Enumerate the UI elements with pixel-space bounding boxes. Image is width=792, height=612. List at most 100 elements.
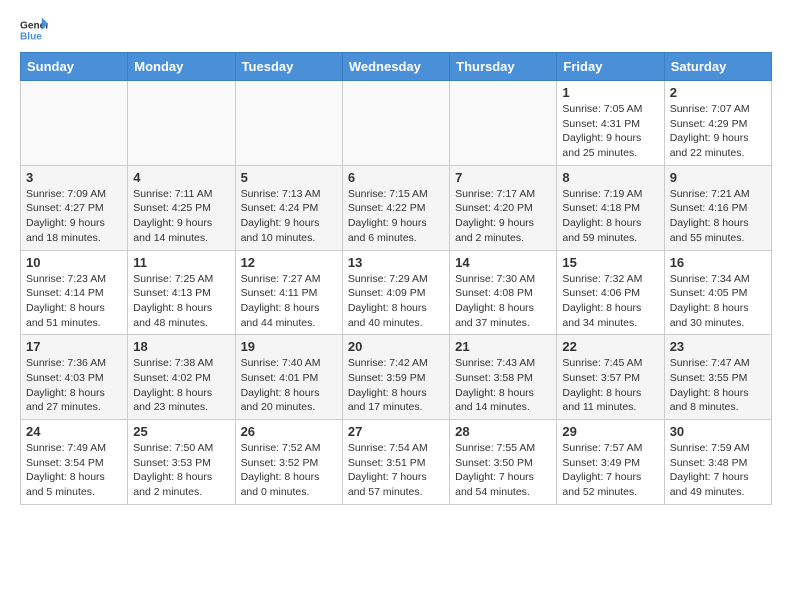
logo-icon: General Blue (20, 16, 48, 44)
day-number: 30 (670, 424, 766, 439)
day-number: 24 (26, 424, 122, 439)
calendar-cell (235, 81, 342, 166)
calendar-table: SundayMondayTuesdayWednesdayThursdayFrid… (20, 52, 772, 505)
page-header: General Blue (20, 16, 772, 44)
day-detail: Sunrise: 7:30 AM Sunset: 4:08 PM Dayligh… (455, 272, 551, 331)
day-number: 22 (562, 339, 658, 354)
day-number: 3 (26, 170, 122, 185)
day-detail: Sunrise: 7:25 AM Sunset: 4:13 PM Dayligh… (133, 272, 229, 331)
day-number: 5 (241, 170, 337, 185)
day-number: 12 (241, 255, 337, 270)
calendar-cell: 20 Sunrise: 7:42 AM Sunset: 3:59 PM Dayli… (342, 335, 449, 420)
weekday-header-tuesday: Tuesday (235, 53, 342, 81)
day-number: 19 (241, 339, 337, 354)
calendar-cell: 5 Sunrise: 7:13 AM Sunset: 4:24 PM Daylig… (235, 165, 342, 250)
day-number: 6 (348, 170, 444, 185)
day-detail: Sunrise: 7:15 AM Sunset: 4:22 PM Dayligh… (348, 187, 444, 246)
svg-text:Blue: Blue (20, 31, 42, 42)
day-number: 13 (348, 255, 444, 270)
calendar-week-5: 24 Sunrise: 7:49 AM Sunset: 3:54 PM Dayli… (21, 420, 772, 505)
day-number: 21 (455, 339, 551, 354)
day-detail: Sunrise: 7:34 AM Sunset: 4:05 PM Dayligh… (670, 272, 766, 331)
day-detail: Sunrise: 7:57 AM Sunset: 3:49 PM Dayligh… (562, 441, 658, 500)
day-number: 10 (26, 255, 122, 270)
day-detail: Sunrise: 7:43 AM Sunset: 3:58 PM Dayligh… (455, 356, 551, 415)
weekday-header-saturday: Saturday (664, 53, 771, 81)
day-detail: Sunrise: 7:54 AM Sunset: 3:51 PM Dayligh… (348, 441, 444, 500)
day-number: 28 (455, 424, 551, 439)
day-detail: Sunrise: 7:59 AM Sunset: 3:48 PM Dayligh… (670, 441, 766, 500)
day-detail: Sunrise: 7:11 AM Sunset: 4:25 PM Dayligh… (133, 187, 229, 246)
day-number: 27 (348, 424, 444, 439)
day-number: 14 (455, 255, 551, 270)
calendar-cell: 19 Sunrise: 7:40 AM Sunset: 4:01 PM Dayli… (235, 335, 342, 420)
calendar-cell (21, 81, 128, 166)
day-number: 9 (670, 170, 766, 185)
calendar-cell: 12 Sunrise: 7:27 AM Sunset: 4:11 PM Dayli… (235, 250, 342, 335)
day-detail: Sunrise: 7:05 AM Sunset: 4:31 PM Dayligh… (562, 102, 658, 161)
day-detail: Sunrise: 7:23 AM Sunset: 4:14 PM Dayligh… (26, 272, 122, 331)
calendar-cell (342, 81, 449, 166)
calendar-week-3: 10 Sunrise: 7:23 AM Sunset: 4:14 PM Dayli… (21, 250, 772, 335)
calendar-cell: 29 Sunrise: 7:57 AM Sunset: 3:49 PM Dayli… (557, 420, 664, 505)
calendar-cell: 3 Sunrise: 7:09 AM Sunset: 4:27 PM Daylig… (21, 165, 128, 250)
calendar-cell: 1Sunrise: 7:05 AM Sunset: 4:31 PM Daylig… (557, 81, 664, 166)
calendar-cell: 9 Sunrise: 7:21 AM Sunset: 4:16 PM Daylig… (664, 165, 771, 250)
day-detail: Sunrise: 7:13 AM Sunset: 4:24 PM Dayligh… (241, 187, 337, 246)
calendar-cell: 13Sunrise: 7:29 AM Sunset: 4:09 PM Dayli… (342, 250, 449, 335)
calendar-cell: 24 Sunrise: 7:49 AM Sunset: 3:54 PM Dayli… (21, 420, 128, 505)
weekday-header-monday: Monday (128, 53, 235, 81)
day-detail: Sunrise: 7:36 AM Sunset: 4:03 PM Dayligh… (26, 356, 122, 415)
calendar-cell: 23 Sunrise: 7:47 AM Sunset: 3:55 PM Dayli… (664, 335, 771, 420)
calendar-cell: 18 Sunrise: 7:38 AM Sunset: 4:02 PM Dayli… (128, 335, 235, 420)
day-number: 8 (562, 170, 658, 185)
calendar-week-1: 1Sunrise: 7:05 AM Sunset: 4:31 PM Daylig… (21, 81, 772, 166)
day-detail: Sunrise: 7:42 AM Sunset: 3:59 PM Dayligh… (348, 356, 444, 415)
calendar-cell: 27 Sunrise: 7:54 AM Sunset: 3:51 PM Dayli… (342, 420, 449, 505)
calendar-cell: 28 Sunrise: 7:55 AM Sunset: 3:50 PM Dayli… (450, 420, 557, 505)
calendar-cell: 22Sunrise: 7:45 AM Sunset: 3:57 PM Dayli… (557, 335, 664, 420)
day-number: 4 (133, 170, 229, 185)
day-detail: Sunrise: 7:47 AM Sunset: 3:55 PM Dayligh… (670, 356, 766, 415)
calendar-week-4: 17 Sunrise: 7:36 AM Sunset: 4:03 PM Dayli… (21, 335, 772, 420)
day-detail: Sunrise: 7:55 AM Sunset: 3:50 PM Dayligh… (455, 441, 551, 500)
day-detail: Sunrise: 7:07 AM Sunset: 4:29 PM Dayligh… (670, 102, 766, 161)
calendar-cell: 10 Sunrise: 7:23 AM Sunset: 4:14 PM Dayli… (21, 250, 128, 335)
day-number: 23 (670, 339, 766, 354)
day-detail: Sunrise: 7:52 AM Sunset: 3:52 PM Dayligh… (241, 441, 337, 500)
calendar-cell: 15 Sunrise: 7:32 AM Sunset: 4:06 PM Dayli… (557, 250, 664, 335)
day-detail: Sunrise: 7:21 AM Sunset: 4:16 PM Dayligh… (670, 187, 766, 246)
day-number: 11 (133, 255, 229, 270)
calendar-cell (128, 81, 235, 166)
day-detail: Sunrise: 7:49 AM Sunset: 3:54 PM Dayligh… (26, 441, 122, 500)
day-detail: Sunrise: 7:27 AM Sunset: 4:11 PM Dayligh… (241, 272, 337, 331)
day-detail: Sunrise: 7:38 AM Sunset: 4:02 PM Dayligh… (133, 356, 229, 415)
calendar-cell: 17 Sunrise: 7:36 AM Sunset: 4:03 PM Dayli… (21, 335, 128, 420)
day-detail: Sunrise: 7:09 AM Sunset: 4:27 PM Dayligh… (26, 187, 122, 246)
day-number: 16 (670, 255, 766, 270)
day-number: 17 (26, 339, 122, 354)
day-detail: Sunrise: 7:17 AM Sunset: 4:20 PM Dayligh… (455, 187, 551, 246)
weekday-header-friday: Friday (557, 53, 664, 81)
day-number: 20 (348, 339, 444, 354)
day-detail: Sunrise: 7:40 AM Sunset: 4:01 PM Dayligh… (241, 356, 337, 415)
calendar-cell: 21 Sunrise: 7:43 AM Sunset: 3:58 PM Dayli… (450, 335, 557, 420)
day-number: 29 (562, 424, 658, 439)
weekday-header-wednesday: Wednesday (342, 53, 449, 81)
day-number: 25 (133, 424, 229, 439)
day-detail: Sunrise: 7:19 AM Sunset: 4:18 PM Dayligh… (562, 187, 658, 246)
calendar-cell: 2 Sunrise: 7:07 AM Sunset: 4:29 PM Daylig… (664, 81, 771, 166)
day-number: 2 (670, 85, 766, 100)
calendar-cell: 4 Sunrise: 7:11 AM Sunset: 4:25 PM Daylig… (128, 165, 235, 250)
day-detail: Sunrise: 7:50 AM Sunset: 3:53 PM Dayligh… (133, 441, 229, 500)
weekday-header-sunday: Sunday (21, 53, 128, 81)
day-number: 18 (133, 339, 229, 354)
day-number: 15 (562, 255, 658, 270)
day-detail: Sunrise: 7:32 AM Sunset: 4:06 PM Dayligh… (562, 272, 658, 331)
calendar-week-2: 3 Sunrise: 7:09 AM Sunset: 4:27 PM Daylig… (21, 165, 772, 250)
calendar-cell: 16 Sunrise: 7:34 AM Sunset: 4:05 PM Dayli… (664, 250, 771, 335)
logo: General Blue (20, 16, 48, 44)
day-number: 26 (241, 424, 337, 439)
calendar-cell: 14 Sunrise: 7:30 AM Sunset: 4:08 PM Dayli… (450, 250, 557, 335)
calendar-cell: 6 Sunrise: 7:15 AM Sunset: 4:22 PM Daylig… (342, 165, 449, 250)
